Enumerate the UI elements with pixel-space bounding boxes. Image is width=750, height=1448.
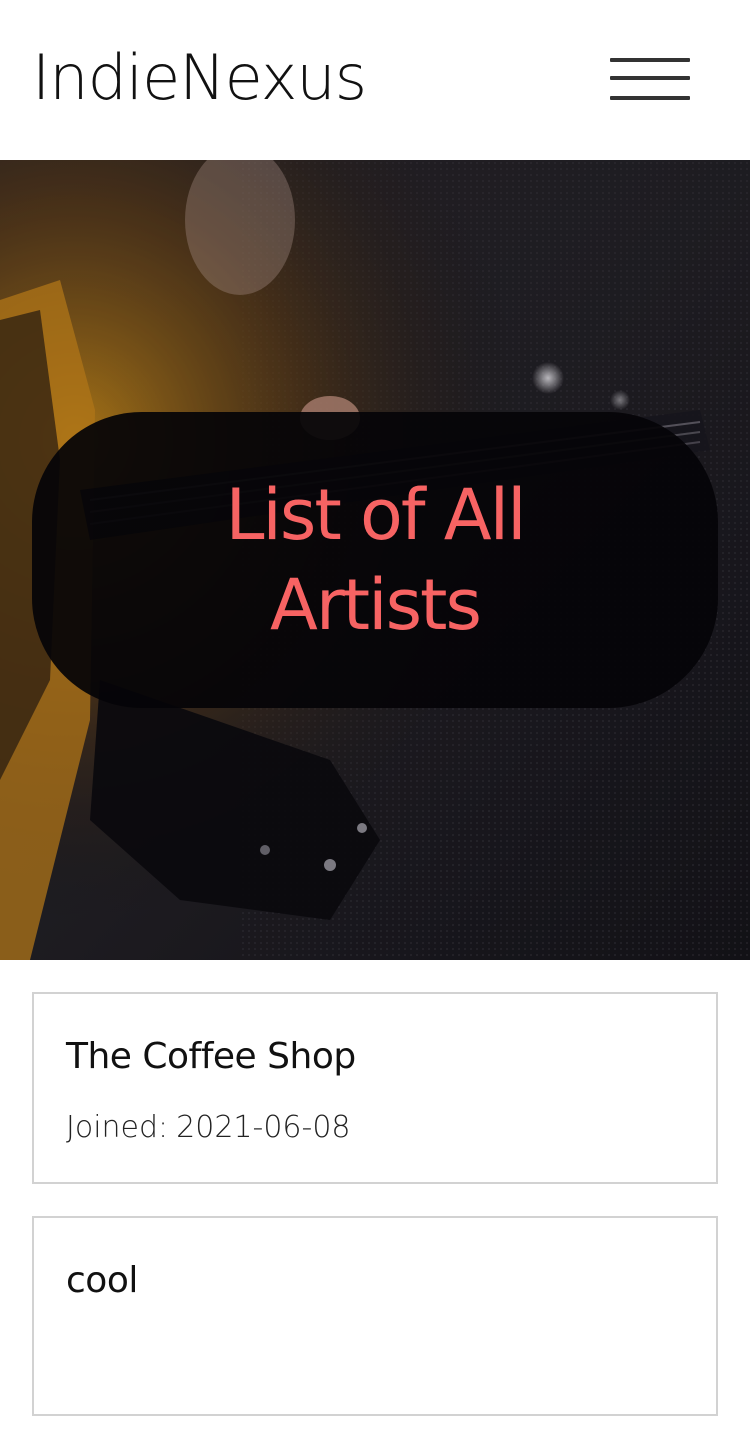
page-title: List of All Artists: [225, 474, 526, 646]
menu-bar-top: [610, 58, 690, 62]
hero-banner: List of All Artists: [0, 160, 750, 960]
menu-bar-bottom: [610, 96, 690, 100]
menu-bar-middle: [610, 76, 690, 80]
site-header: IndieNexus: [0, 0, 750, 160]
site-logo-text[interactable]: IndieNexus: [32, 40, 367, 116]
joined-date-value: 2021-06-08: [176, 1110, 351, 1145]
hero-title-pill: List of All Artists: [32, 412, 718, 708]
artist-name[interactable]: cool: [66, 1258, 684, 1304]
artist-name[interactable]: The Coffee Shop: [66, 1034, 684, 1080]
artist-card[interactable]: The Coffee Shop Joined: 2021-06-08: [32, 992, 718, 1184]
artist-joined-date: Joined: 2021-06-08: [66, 1110, 684, 1146]
joined-label: Joined:: [66, 1110, 169, 1145]
hamburger-menu-icon[interactable]: [610, 56, 690, 104]
artist-list: The Coffee Shop Joined: 2021-06-08 cool: [32, 992, 718, 1448]
artist-card[interactable]: cool: [32, 1216, 718, 1416]
